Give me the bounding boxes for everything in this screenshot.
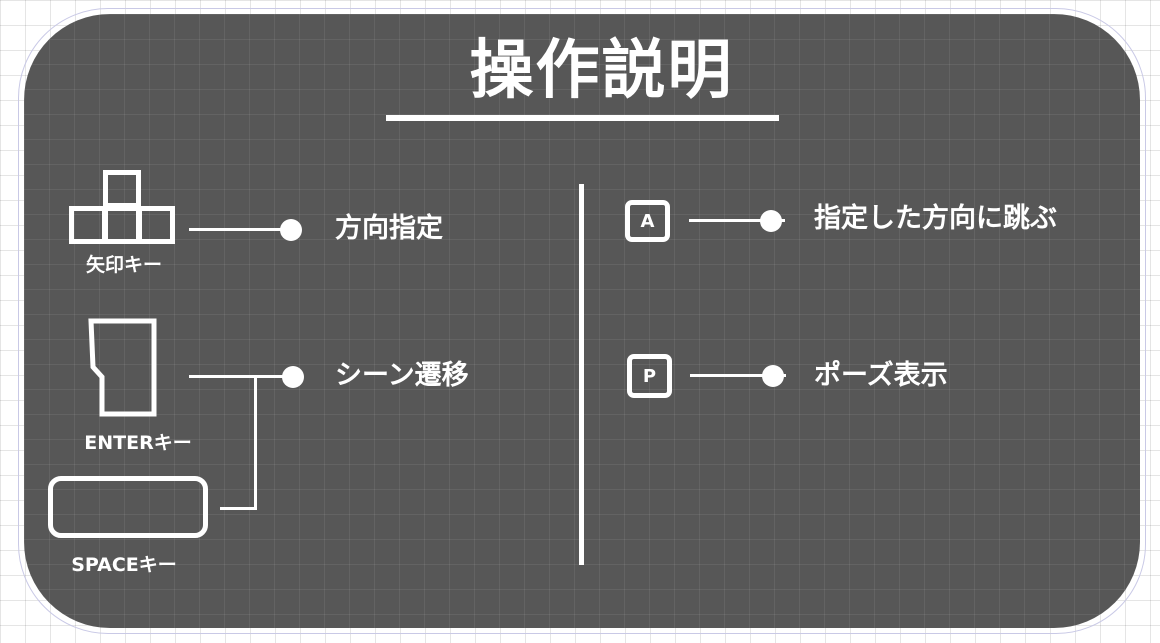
action-jump: 指定した方向に跳ぶ [814, 203, 1057, 234]
arrow-keys-icon [69, 170, 175, 244]
page-title: 操作説明 [469, 34, 734, 108]
a-key-dot [760, 210, 782, 232]
scene-transition-dot [282, 366, 304, 388]
column-divider [579, 184, 584, 565]
action-scene-transition: シーン遷移 [335, 360, 469, 391]
p-key-dot [762, 365, 784, 387]
action-direction: 方向指定 [335, 213, 443, 244]
arrow-keys-label: 矢印キー [85, 254, 162, 276]
a-key-icon: A [625, 200, 670, 242]
controls-panel: 操作説明 矢印キー 方向指定 ENTERキー SPACEキー シーン遷移 A 指… [24, 14, 1140, 628]
arrow-keys-dot [280, 219, 302, 241]
enter-key-label: ENTERキー [84, 432, 192, 454]
p-key-icon: P [627, 354, 672, 398]
space-key-label: SPACEキー [71, 554, 177, 576]
title-underline [386, 115, 779, 121]
action-pause: ポーズ表示 [814, 360, 948, 391]
space-key-connector [220, 507, 257, 510]
space-key-icon [48, 476, 208, 538]
bracket-vertical [254, 375, 257, 510]
enter-key-icon [88, 318, 157, 417]
enter-key-connector [189, 375, 297, 378]
